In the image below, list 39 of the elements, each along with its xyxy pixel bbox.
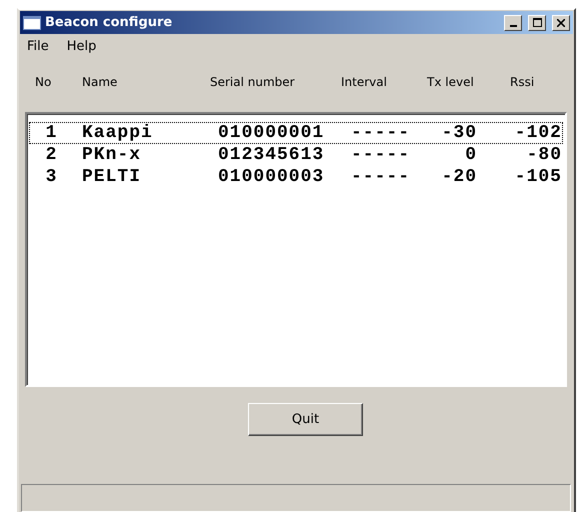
minimize-button[interactable]	[504, 14, 522, 31]
list-cell: 010000001	[218, 122, 324, 143]
list-cell: 012345613	[218, 144, 324, 165]
list-cell: -----	[351, 122, 410, 143]
close-button[interactable]	[552, 14, 570, 31]
column-header: Name	[82, 74, 118, 91]
close-icon	[557, 18, 565, 27]
quit-button[interactable]: Quit	[248, 402, 363, 436]
list-cell: -102	[514, 122, 562, 143]
list-cell-text: Kaappi	[81, 122, 153, 143]
column-header: No	[35, 74, 52, 91]
beacon-list[interactable]: 1 Kaappi 010000001 ----- -30 -102 2 PKn-x 012345613 ----- 0 -80 3 PELTI 010000003 ----- -20 -105	[25, 112, 567, 387]
list-cell: -20	[442, 166, 477, 187]
list-cell: 3	[46, 166, 58, 187]
list-cell: -80	[526, 144, 562, 165]
column-header: Tx level	[427, 74, 474, 91]
maximize-icon	[532, 18, 542, 28]
list-row[interactable]: 2 PKn-x 012345613 ----- 0 -80	[29, 144, 563, 166]
minimize-icon	[510, 24, 516, 27]
list-cell-text: PKn-x	[81, 144, 142, 165]
list-cell: 2	[46, 144, 58, 165]
menu-item[interactable]: Help	[66, 39, 96, 57]
column-header: Serial number	[210, 74, 295, 91]
list-row[interactable]: 1 Kaappi 010000001 ----- -30 -102	[29, 122, 563, 144]
list-cell: 0	[465, 144, 477, 165]
list-cell-text: PELTI	[81, 166, 142, 187]
list-cell: 1	[46, 122, 58, 143]
list-cell: 010000003	[218, 166, 324, 187]
list-cell: -----	[351, 166, 410, 187]
list-row[interactable]: 3 PELTI 010000003 ----- -20 -105	[29, 166, 563, 188]
window-icon	[23, 16, 41, 30]
maximize-button[interactable]	[528, 14, 546, 31]
column-header: Rssi	[510, 74, 534, 91]
window-title: Beacon configure	[45, 15, 174, 30]
list-cell: -30	[442, 122, 477, 143]
list-cell: -105	[514, 166, 562, 187]
list-cell: -----	[351, 144, 410, 165]
column-header: Interval	[341, 74, 387, 91]
menu-item[interactable]: File	[27, 39, 49, 57]
